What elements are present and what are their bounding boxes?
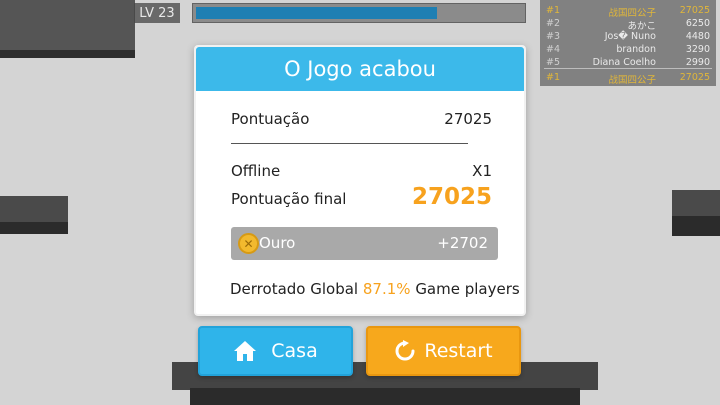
xp-progress-bar [192, 3, 526, 23]
defeated-players-text: Derrotado Global 87.1% Game players [230, 280, 520, 298]
level-indicator: LV 23 [134, 3, 180, 23]
leaderboard-name: 战国四公子 [608, 75, 656, 86]
dialog-title: O Jogo acabou [196, 47, 524, 91]
leaderboard-row: #3 Jos� Nuno 4480 [540, 31, 716, 44]
leaderboard-name: あかこ [627, 21, 656, 32]
leaderboard-row: #4 brandon 3290 [540, 44, 716, 57]
leaderboard-rank: #5 [546, 57, 561, 68]
leaderboard-rank: #2 [546, 18, 561, 29]
leaderboard-divider [544, 68, 712, 69]
home-button-label: Casa [271, 340, 318, 362]
obstacle-block [672, 216, 720, 236]
home-button[interactable]: Casa [198, 326, 353, 376]
leaderboard-score: 4480 [685, 31, 710, 42]
xp-progress-fill [196, 7, 437, 19]
gold-reward-bar: ✕ Ouro +2702 [231, 227, 498, 260]
gold-coin-icon: ✕ [238, 233, 259, 254]
leaderboard-score: 27025 [679, 5, 710, 16]
leaderboard-name: 战国四公子 [608, 8, 656, 19]
leaderboard-name: Jos� Nuno [604, 31, 656, 42]
restart-icon [394, 340, 416, 362]
leaderboard-score: 2990 [685, 57, 710, 68]
leaderboard-row: #1 战国四公子 27025 [540, 5, 716, 19]
home-icon [233, 340, 257, 362]
leaderboard-score: 3290 [685, 44, 710, 55]
defeat-prefix: Derrotado Global [230, 280, 359, 298]
final-score-value: 27025 [411, 184, 492, 210]
final-score-label: Pontuação final [231, 190, 347, 208]
leaderboard-rank: #1 [546, 5, 561, 16]
leaderboard: #1 战国四公子 27025 #2 あかこ 6250 #3 Jos� Nuno … [540, 0, 716, 86]
leaderboard-rank: #1 [546, 72, 561, 83]
restart-button[interactable]: Restart [366, 326, 521, 376]
obstacle-block [0, 0, 135, 50]
divider [231, 143, 468, 144]
score-label: Pontuação [231, 110, 310, 128]
leaderboard-score: 6250 [685, 18, 710, 29]
leaderboard-rank: #3 [546, 31, 561, 42]
leaderboard-name: Diana Coelho [592, 57, 656, 68]
obstacle-block [0, 222, 68, 234]
obstacle-block [672, 190, 720, 216]
score-value: 27025 [444, 110, 492, 128]
offline-multiplier: X1 [472, 162, 492, 180]
defeat-suffix: Game players [415, 280, 520, 298]
restart-button-label: Restart [424, 340, 493, 362]
gold-value: +2702 [437, 234, 488, 252]
game-over-dialog: O Jogo acabou Pontuação 27025 Offline X1… [194, 45, 526, 316]
leaderboard-self-row: #1 战国四公子 27025 [540, 72, 716, 86]
leaderboard-rank: #4 [546, 44, 561, 55]
leaderboard-row: #2 あかこ 6250 [540, 18, 716, 32]
defeat-percentage: 87.1% [362, 280, 411, 298]
obstacle-block [190, 388, 580, 405]
obstacle-block [0, 50, 135, 58]
leaderboard-score: 27025 [679, 72, 710, 83]
leaderboard-name: brandon [616, 44, 656, 55]
offline-label: Offline [231, 162, 281, 180]
gold-label: Ouro [259, 234, 296, 252]
obstacle-block [0, 196, 68, 222]
